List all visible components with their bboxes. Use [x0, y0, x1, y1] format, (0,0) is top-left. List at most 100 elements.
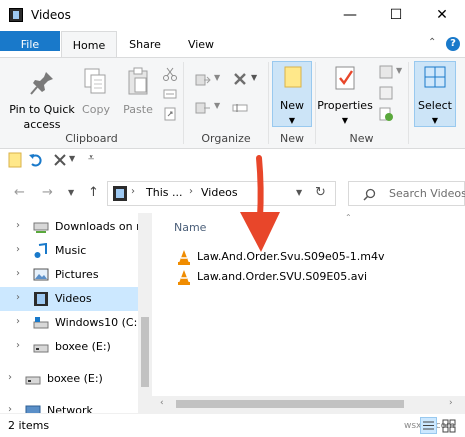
open-group-label: New — [349, 132, 374, 145]
move-to-icon[interactable] — [195, 72, 211, 88]
search-icon — [363, 188, 376, 201]
nav-item-videos[interactable]: › Videos — [0, 287, 138, 311]
open-dropdown-icon[interactable]: ▼ — [396, 66, 402, 75]
tab-share[interactable]: Share — [120, 31, 170, 58]
status-bar: 2 items wsxdn.com — [0, 413, 465, 437]
nav-item-boxee-e-root[interactable]: › boxee (E:) — [0, 367, 138, 391]
breadcrumb-separator: › — [131, 186, 135, 197]
properties-label: Properties — [317, 99, 373, 112]
refresh-icon[interactable]: ↻ — [315, 185, 326, 200]
nav-item-windows10-c[interactable]: › Windows10 (C:) — [0, 311, 142, 335]
open-icon[interactable] — [378, 64, 394, 80]
help-icon[interactable]: ? — [446, 37, 460, 51]
copy-button[interactable]: Copy — [79, 66, 113, 117]
properties-button[interactable]: Properties ▼ — [316, 64, 374, 128]
move-to-dropdown-icon[interactable]: ▼ — [214, 73, 220, 82]
copy-path-icon[interactable] — [162, 86, 178, 102]
expand-chevron-icon[interactable]: › — [16, 244, 20, 255]
tab-view[interactable]: View — [176, 31, 226, 58]
nav-item-music[interactable]: › Music — [0, 239, 138, 263]
file-list: ⌃ Name Law.And.Order.Svu.S09e05-1.m4v La… — [152, 213, 465, 413]
new-button[interactable]: New ▼ — [272, 64, 312, 128]
qat-dropdown-icon[interactable]: ▼ — [69, 154, 75, 163]
nav-item-network[interactable]: › Network — [0, 399, 138, 413]
content-horizontal-scrollbar[interactable]: ‹ › — [152, 396, 465, 413]
expand-chevron-icon[interactable]: › — [8, 372, 12, 383]
nav-vertical-scrollbar[interactable] — [138, 213, 152, 413]
videos-folder-icon — [113, 186, 127, 201]
explorer-app-icon[interactable] — [9, 8, 23, 22]
details-view-icon[interactable] — [420, 417, 437, 434]
pictures-icon — [33, 268, 49, 281]
nav-item-label: boxee (E:) — [55, 340, 111, 353]
ribbon-collapse-icon[interactable]: ⌃ — [428, 37, 436, 48]
file-name: Law.And.Order.Svu.S09e05-1.m4v — [197, 250, 385, 263]
select-grid-icon — [424, 66, 446, 88]
address-bar[interactable]: › This ... › Videos ▼ ↻ — [107, 181, 336, 206]
recent-locations-icon[interactable]: ▼ — [68, 188, 74, 197]
search-input[interactable]: Search Videos — [389, 187, 465, 200]
expand-chevron-icon[interactable]: › — [16, 292, 20, 303]
network-drive-icon — [33, 222, 49, 233]
close-button[interactable]: ✕ — [419, 0, 465, 31]
expand-chevron-icon[interactable]: › — [8, 404, 12, 413]
nav-item-label: Downloads on r — [55, 220, 141, 233]
nav-scroll-thumb[interactable] — [141, 317, 149, 387]
properties-folder-icon[interactable] — [8, 152, 22, 168]
content-scroll-thumb[interactable] — [176, 400, 404, 408]
paste-button[interactable]: Paste — [119, 66, 157, 117]
history-icon[interactable] — [378, 106, 394, 122]
list-item[interactable]: Law.and.Order.SVU.S09E05.avi — [174, 267, 434, 287]
scroll-left-icon[interactable]: ‹ — [160, 398, 164, 408]
nav-item-downloads[interactable]: › Downloads on r — [0, 215, 141, 239]
rename-icon[interactable] — [232, 100, 248, 116]
expand-chevron-icon[interactable]: › — [16, 268, 20, 279]
minimize-button[interactable]: — — [327, 0, 373, 31]
network-icon — [25, 405, 41, 413]
select-label: Select — [418, 99, 452, 112]
search-box[interactable]: Search Videos — [348, 181, 465, 206]
navigation-pane: › Downloads on r › Music › Pictures › Vi… — [0, 213, 152, 413]
copy-label: Copy — [82, 103, 110, 116]
back-icon[interactable]: ← — [14, 185, 25, 200]
nav-item-boxee-e[interactable]: › boxee (E:) — [0, 335, 138, 359]
forward-icon[interactable]: → — [42, 185, 53, 200]
maximize-button[interactable]: ☐ — [373, 0, 419, 31]
select-button[interactable]: Select ▼ — [414, 64, 456, 128]
customize-qat-icon[interactable]: ⩡ — [88, 151, 94, 165]
cut-icon[interactable] — [162, 66, 178, 82]
new-folder-icon — [284, 66, 302, 88]
list-item[interactable]: Law.And.Order.Svu.S09e05-1.m4v — [174, 247, 434, 267]
properties-dropdown-icon: ▼ — [341, 116, 349, 125]
annotation-arrow-icon — [240, 155, 280, 252]
new-dropdown-icon: ▼ — [288, 116, 296, 125]
scroll-right-icon[interactable]: › — [449, 398, 453, 408]
copy-to-dropdown-icon[interactable]: ▼ — [214, 101, 220, 110]
nav-item-pictures[interactable]: › Pictures — [0, 263, 138, 287]
file-name: Law.and.Order.SVU.S09E05.avi — [197, 270, 368, 283]
paste-shortcut-icon[interactable] — [162, 106, 178, 122]
pin-to-quick-access-button[interactable]: Pin to Quick access — [6, 68, 78, 132]
delete-icon[interactable] — [232, 71, 248, 87]
clipboard-group-label: Clipboard — [65, 132, 118, 145]
large-icons-view-icon[interactable] — [440, 417, 457, 434]
pin-icon — [30, 72, 53, 95]
breadcrumb-this-pc[interactable]: This ... — [146, 186, 182, 199]
address-dropdown-icon[interactable]: ▼ — [296, 188, 302, 197]
expand-chevron-icon[interactable]: › — [16, 316, 20, 327]
delete-qat-icon[interactable] — [53, 153, 67, 167]
nav-item-label: Network — [47, 404, 93, 413]
paste-label: Paste — [123, 103, 153, 116]
delete-dropdown-icon[interactable]: ▼ — [251, 73, 257, 82]
expand-chevron-icon[interactable]: › — [16, 340, 20, 351]
up-icon[interactable]: ↑ — [88, 185, 99, 200]
edit-icon[interactable] — [378, 85, 394, 101]
tab-file[interactable]: File — [0, 31, 60, 51]
expand-chevron-icon[interactable]: › — [16, 220, 20, 231]
column-header-name[interactable]: Name — [174, 221, 206, 234]
tab-home[interactable]: Home — [61, 31, 117, 58]
sort-arrow-icon: ⌃ — [345, 213, 352, 222]
copy-to-icon[interactable] — [195, 100, 211, 116]
ribbon: Pin to Quick access Copy Paste Clipboard — [0, 57, 465, 149]
undo-icon[interactable] — [28, 152, 44, 168]
